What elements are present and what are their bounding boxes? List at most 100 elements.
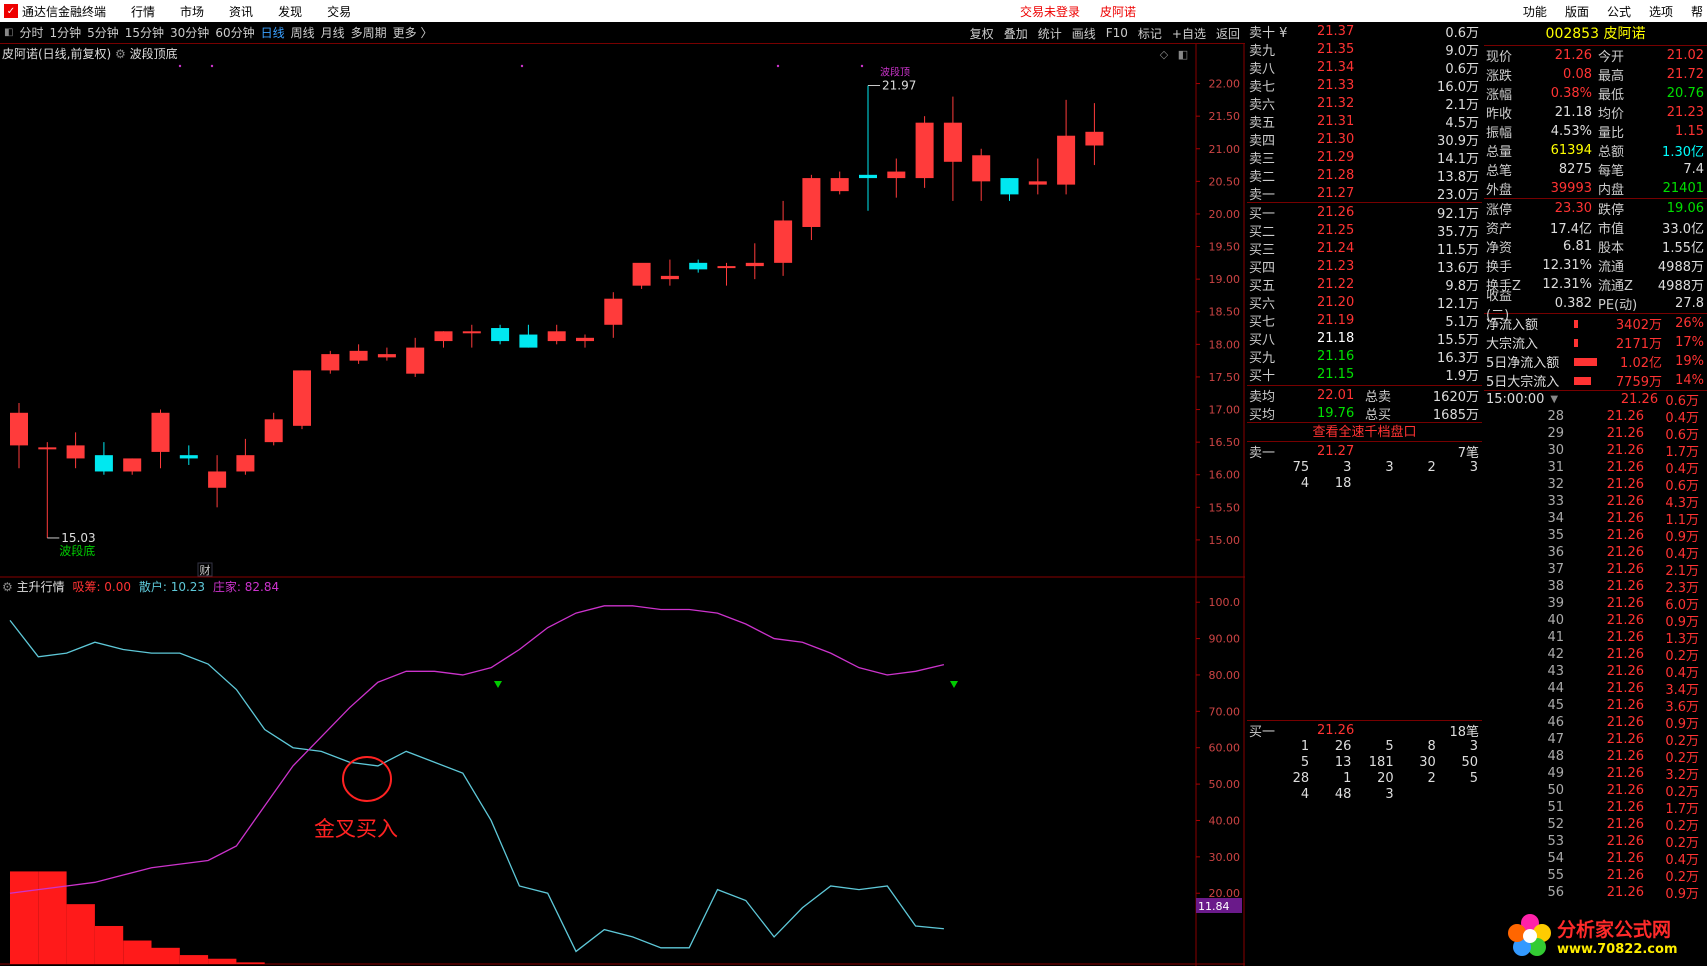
buy-level[interactable]: 买四 21.23 13.6万 <box>1247 257 1482 276</box>
period-tab-30min[interactable]: 30分钟 <box>170 24 209 41</box>
period-tab-15min[interactable]: 15分钟 <box>125 24 164 41</box>
tick-price: 21.26 <box>1606 443 1644 458</box>
buy-level[interactable]: 买六 21.20 12.1万 <box>1247 293 1482 312</box>
info-value: 12.31% <box>1542 258 1592 273</box>
tool-mark[interactable]: 标记 <box>1138 25 1162 42</box>
tool-back[interactable]: 返回 <box>1216 25 1240 42</box>
queue-row: 75 3 3 2 3 <box>1247 460 1482 476</box>
tool-draw[interactable]: 画线 <box>1072 25 1096 42</box>
buy-level[interactable]: 买五 21.22 9.8万 <box>1247 275 1482 294</box>
period-tab-1min[interactable]: 1分钟 <box>49 24 81 41</box>
menu-options[interactable]: 选项 <box>1649 3 1673 20</box>
buy-level[interactable]: 买九 21.16 16.3万 <box>1247 347 1482 366</box>
menu-item-news[interactable]: 资讯 <box>229 3 253 20</box>
tick-row: 39 21.26 6.0万 <box>1484 595 1707 613</box>
candle-body <box>377 354 396 358</box>
xichou-bar <box>123 940 152 964</box>
tick-second: 39 <box>1547 596 1564 611</box>
buy-level[interactable]: 买十 21.15 1.9万 <box>1247 365 1482 384</box>
login-status[interactable]: 交易未登录 <box>1020 3 1080 20</box>
queue-cell: 1 <box>1343 771 1352 786</box>
tool-overlay[interactable]: 叠加 <box>1004 25 1028 42</box>
sell-level[interactable]: 卖二 21.28 13.8万 <box>1247 166 1482 185</box>
menu-item-discover[interactable]: 发现 <box>278 3 302 20</box>
avg-sell-value: 22.01 <box>1317 387 1355 403</box>
menu-item-trade[interactable]: 交易 <box>327 3 351 20</box>
period-tab-daily[interactable]: 日线 <box>261 24 285 41</box>
sell-level[interactable]: 卖八 21.34 0.6万 <box>1247 58 1482 77</box>
tick-list[interactable]: 28 21.26 0.4万 29 21.26 0.6万 30 21.26 1.7万 31 21.26… <box>1484 408 1707 902</box>
xichou-bar <box>236 962 265 964</box>
sell-level[interactable]: 卖六 21.32 2.1万 <box>1247 94 1482 113</box>
tick-row: 35 21.26 0.9万 <box>1484 527 1707 545</box>
tool-restore-right[interactable]: 复权 <box>970 25 994 42</box>
level-price: 21.16 <box>1317 348 1355 364</box>
total-sell-label: 总卖 <box>1365 389 1392 405</box>
info-label: 跌停 <box>1598 203 1625 218</box>
tool-statistics[interactable]: 统计 <box>1038 25 1062 42</box>
sell-level[interactable]: 卖九 21.35 9.0万 <box>1247 40 1482 59</box>
period-tab-monthly[interactable]: 月线 <box>321 24 345 41</box>
tick-filter-icon[interactable]: ▼ <box>1550 394 1558 405</box>
level-volume: 12.1万 <box>1437 296 1479 312</box>
queue-cell: 28 <box>1292 771 1310 786</box>
queue-cell: 18 <box>1334 476 1352 491</box>
queue-buy-rows: 1 26 5 8 3 5 13 181 30 50 28 1 20 2 5 4 48 3 <box>1247 739 1482 803</box>
level-label: 卖二 <box>1249 169 1276 185</box>
period-tab-more[interactable]: 更多 〉 <box>393 24 433 41</box>
menu-help[interactable]: 帮 <box>1691 3 1703 20</box>
kline-chart[interactable]: 22.00 21.50 21.00 20.50 20.00 19.50 19.00 18.50… <box>0 44 1245 966</box>
header-stock-name: 皮阿诺 <box>1100 4 1137 19</box>
tick-second: 56 <box>1547 885 1564 900</box>
flow-row: 大宗流入 2171万 17% <box>1484 333 1707 352</box>
sell-level[interactable]: 卖四 21.30 30.9万 <box>1247 130 1482 149</box>
tick-second: 38 <box>1547 579 1564 594</box>
menu-item-market[interactable]: 市场 <box>180 3 204 20</box>
queue-buy-count: 18笔 <box>1449 724 1479 740</box>
tool-add-watchlist[interactable]: +自选 <box>1172 25 1206 42</box>
tick-row: 45 21.26 3.6万 <box>1484 697 1707 715</box>
queue-sell-label: 卖一 <box>1249 445 1276 461</box>
candle-body <box>689 262 708 270</box>
menu-item-quotes[interactable]: 行情 <box>131 3 155 20</box>
toggle-icon[interactable]: ◧ <box>4 27 13 38</box>
period-tab-5min[interactable]: 5分钟 <box>87 24 119 41</box>
level-label: 买九 <box>1249 350 1276 366</box>
candle-body <box>1057 135 1076 185</box>
buy-level[interactable]: 买一 21.26 92.1万 <box>1247 203 1482 222</box>
buy-level[interactable]: 买三 21.24 11.5万 <box>1247 239 1482 258</box>
candle-body <box>972 155 991 182</box>
tick-row: 36 21.26 0.4万 <box>1484 544 1707 562</box>
candle-body <box>179 455 198 459</box>
candle-body <box>632 262 651 286</box>
buy-level[interactable]: 买七 21.19 5.1万 <box>1247 311 1482 330</box>
tool-f10[interactable]: F10 <box>1106 26 1128 40</box>
buy-level[interactable]: 买八 21.18 15.5万 <box>1247 329 1482 348</box>
tick-row: 56 21.26 0.9万 <box>1484 884 1707 902</box>
menu-layout[interactable]: 版面 <box>1565 3 1589 20</box>
menu-formula[interactable]: 公式 <box>1607 3 1631 20</box>
level-volume: 9.0万 <box>1445 43 1479 59</box>
full-depth-link[interactable]: 查看全速千档盘口 <box>1247 422 1482 442</box>
tick-second: 48 <box>1547 749 1564 764</box>
queue-sell-count: 7笔 <box>1457 445 1479 461</box>
menu-function[interactable]: 功能 <box>1523 3 1547 20</box>
tick-row: 46 21.26 0.9万 <box>1484 714 1707 732</box>
level-label: 卖一 <box>1249 187 1276 203</box>
sell-level[interactable]: 卖七 21.33 16.0万 <box>1247 76 1482 95</box>
info-row: 涨停 23.30 跌停 19.06 <box>1484 199 1707 218</box>
period-tab-multi[interactable]: 多周期 <box>351 24 387 41</box>
sell-level[interactable]: 卖三 21.29 14.1万 <box>1247 148 1482 167</box>
candle-body <box>1085 131 1104 146</box>
buy-level[interactable]: 买二 21.25 35.7万 <box>1247 221 1482 240</box>
level-volume: 16.0万 <box>1437 79 1479 95</box>
sell-level[interactable]: 卖五 21.31 4.5万 <box>1247 112 1482 131</box>
tick-second: 36 <box>1547 545 1564 560</box>
sell-level[interactable]: 卖一 21.27 23.0万 <box>1247 184 1482 203</box>
period-tab-60min[interactable]: 60分钟 <box>215 24 254 41</box>
info-value: 21.02 <box>1666 48 1704 63</box>
stock-code-title: 002853 皮阿诺 <box>1484 22 1707 46</box>
period-tab-minute[interactable]: 分时 <box>19 24 43 41</box>
period-tab-weekly[interactable]: 周线 <box>291 24 315 41</box>
sell-level[interactable]: 卖十 ¥ 21.37 0.6万 <box>1247 22 1482 41</box>
